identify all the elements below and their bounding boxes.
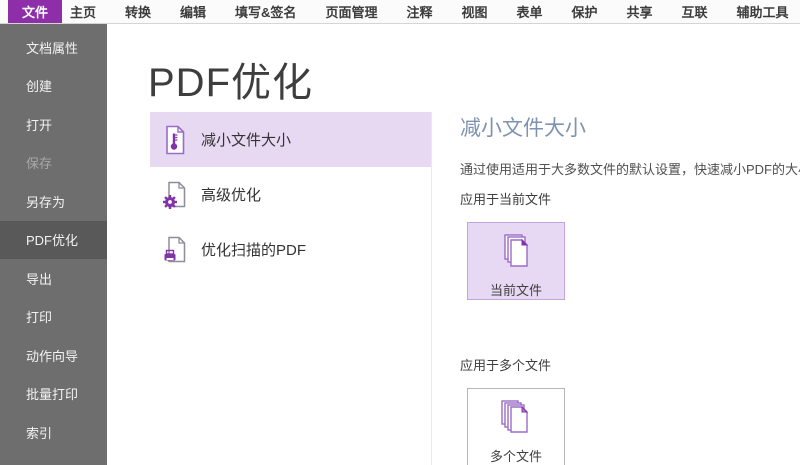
sidebar-item-save-as[interactable]: 另存为 bbox=[0, 182, 107, 221]
tab-page-organize[interactable]: 页面管理 bbox=[325, 2, 377, 21]
panel-description: 通过使用适用于大多数文件的默认设置，快速减小PDF的大小。 bbox=[460, 159, 800, 178]
current-file-tile-button[interactable]: 当前文件 bbox=[467, 222, 565, 300]
tab-form[interactable]: 表单 bbox=[516, 2, 542, 21]
tab-convert[interactable]: 转换 bbox=[125, 2, 151, 21]
tab-edit[interactable]: 编辑 bbox=[180, 2, 206, 21]
apply-to-multiple-label: 应用于多个文件 bbox=[460, 355, 551, 374]
tab-file[interactable]: 文件 bbox=[8, 0, 62, 23]
option-advanced-optimization[interactable]: 高级优化 bbox=[150, 167, 431, 222]
current-file-icon bbox=[497, 233, 535, 274]
sidebar-item-index[interactable]: 索引 bbox=[0, 413, 107, 452]
sidebar-item-save: 保存 bbox=[0, 144, 107, 183]
multiple-files-icon bbox=[497, 399, 535, 440]
sidebar-item-document-properties[interactable]: 文档属性 bbox=[0, 28, 107, 67]
sidebar-item-open[interactable]: 打开 bbox=[0, 105, 107, 144]
tab-comment[interactable]: 注释 bbox=[406, 2, 432, 21]
optimize-scanned-pdf-icon bbox=[162, 234, 188, 266]
tab-connect[interactable]: 互联 bbox=[682, 2, 708, 21]
reduce-file-size-icon bbox=[162, 124, 188, 156]
reduce-file-size-panel: 减小文件大小 通过使用适用于大多数文件的默认设置，快速减小PDF的大小。 应用于… bbox=[460, 112, 800, 465]
menu-items: 主页 转换 编辑 填写&签名 页面管理 注释 视图 表单 保护 共享 互联 辅助… bbox=[70, 0, 789, 23]
sidebar-item-pdf-optimize[interactable]: PDF优化 bbox=[0, 221, 107, 260]
option-label: 高级优化 bbox=[201, 184, 261, 205]
advanced-optimization-icon bbox=[162, 179, 188, 211]
option-optimize-scanned-pdf[interactable]: 优化扫描的PDF bbox=[150, 222, 431, 277]
tab-accessibility[interactable]: 辅助工具 bbox=[737, 2, 789, 21]
menu-bar: 文件 主页 转换 编辑 填写&签名 页面管理 注释 视图 表单 保护 共享 互联… bbox=[0, 0, 800, 24]
backstage-sidebar: 文档属性 创建 打开 保存 另存为 PDF优化 导出 打印 动作向导 批量打印 … bbox=[0, 24, 107, 465]
sidebar-item-create[interactable]: 创建 bbox=[0, 67, 107, 106]
panel-heading: 减小文件大小 bbox=[460, 112, 586, 142]
tile-label: 多个文件 bbox=[490, 446, 542, 465]
apply-to-current-label: 应用于当前文件 bbox=[460, 189, 551, 208]
option-reduce-file-size[interactable]: 减小文件大小 bbox=[150, 112, 431, 167]
tab-home[interactable]: 主页 bbox=[70, 2, 96, 21]
tile-label: 当前文件 bbox=[490, 280, 542, 299]
option-label: 减小文件大小 bbox=[201, 129, 291, 150]
option-label: 优化扫描的PDF bbox=[201, 239, 306, 260]
tab-share[interactable]: 共享 bbox=[627, 2, 653, 21]
multiple-files-tile-button[interactable]: 多个文件 bbox=[467, 388, 565, 465]
tab-fill-sign[interactable]: 填写&签名 bbox=[235, 2, 296, 21]
tab-view[interactable]: 视图 bbox=[461, 2, 487, 21]
tab-protect[interactable]: 保护 bbox=[572, 2, 598, 21]
page-title: PDF优化 bbox=[148, 50, 313, 108]
pdf-optimize-backstage-view: 文件 主页 转换 编辑 填写&签名 页面管理 注释 视图 表单 保护 共享 互联… bbox=[0, 0, 800, 465]
optimize-option-list: 减小文件大小 bbox=[150, 112, 432, 465]
sidebar-item-action-wizard[interactable]: 动作向导 bbox=[0, 336, 107, 375]
sidebar-item-print[interactable]: 打印 bbox=[0, 298, 107, 337]
sidebar-item-export[interactable]: 导出 bbox=[0, 259, 107, 298]
sidebar-item-batch-print[interactable]: 批量打印 bbox=[0, 375, 107, 414]
